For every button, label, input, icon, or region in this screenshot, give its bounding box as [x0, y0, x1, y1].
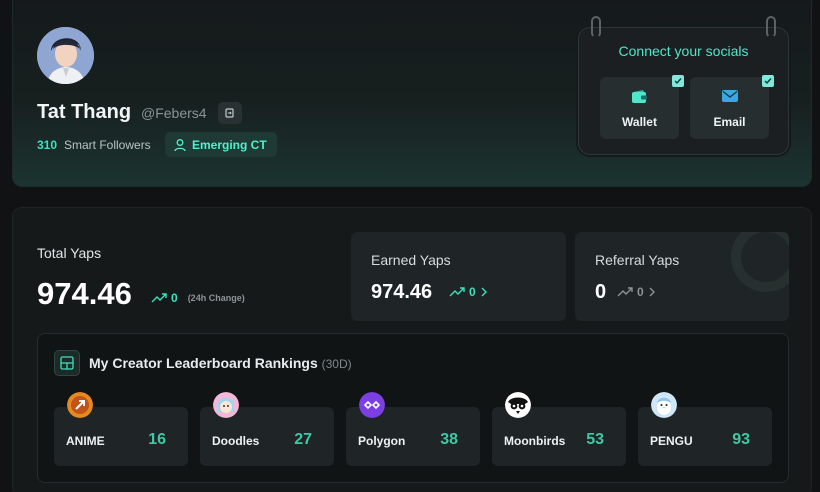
- email-icon: [721, 90, 738, 102]
- leaderboard-item-rank: 93: [732, 431, 750, 448]
- leaderboard-title-text: My Creator Leaderboard Rankings: [89, 355, 318, 371]
- leaderboard-item-name: ANIME: [66, 434, 105, 448]
- chevron-right-icon: [481, 287, 487, 297]
- yaps-stats-card: Total Yaps 974.46 0 (24h Change) Earned …: [12, 207, 812, 492]
- decorative-ring-icon: [731, 232, 789, 292]
- avatar[interactable]: [37, 27, 94, 84]
- user-handle: @Febers4: [141, 105, 207, 121]
- connect-socials-title: Connect your socials: [618, 43, 749, 59]
- trend-up-icon: [617, 287, 633, 297]
- leaderboard-item-pengu[interactable]: PENGU 93: [638, 392, 772, 466]
- wallet-icon: [631, 90, 647, 103]
- total-yaps-change: 0 (24h Change): [151, 291, 245, 305]
- polygon-logo-icon: [359, 392, 385, 418]
- leaderboard-item-name: Polygon: [358, 434, 406, 448]
- smart-followers-label: Smart Followers: [64, 138, 151, 152]
- leaderboard-title: My Creator Leaderboard Rankings (30D): [89, 355, 352, 371]
- leaderboard-item-anime[interactable]: ANIME 16: [54, 392, 188, 466]
- email-label: Email: [713, 115, 746, 129]
- leaderboard-item-name: PENGU: [650, 434, 693, 448]
- total-yaps-label: Total Yaps: [37, 245, 102, 261]
- pengu-logo-icon: [651, 392, 677, 418]
- leaderboard-item-rank: 38: [440, 431, 458, 448]
- leaderboard-icon: [54, 350, 80, 376]
- earned-change-value: 0: [469, 285, 476, 299]
- check-icon: [672, 75, 684, 87]
- leaderboard-item-doodles[interactable]: Doodles 27: [200, 392, 334, 466]
- status-badge-label: Emerging CT: [192, 137, 267, 152]
- email-button[interactable]: Email: [690, 75, 774, 139]
- wallet-button[interactable]: Wallet: [600, 75, 684, 139]
- total-change-value: 0: [171, 291, 178, 305]
- change-note: (24h Change): [187, 293, 245, 303]
- avatar-illustration: [37, 27, 94, 84]
- leaderboard-item-rank: 16: [148, 431, 166, 448]
- trend-up-icon: [449, 287, 465, 297]
- trend-up-icon: [151, 293, 167, 303]
- display-name: Tat Thang: [37, 101, 132, 123]
- leaderboard-item-name: Moonbirds: [504, 434, 566, 448]
- earned-yaps-label: Earned Yaps: [371, 252, 451, 268]
- leaderboard-item-polygon[interactable]: Polygon 38: [346, 392, 480, 466]
- binder-ring-icon: [766, 16, 776, 38]
- copy-icon: [225, 108, 234, 118]
- leaderboard-period: (30D): [321, 357, 352, 371]
- check-icon: [762, 75, 774, 87]
- wallet-label: Wallet: [622, 115, 657, 129]
- referral-yaps-value: 0: [595, 281, 607, 303]
- referral-change-value: 0: [637, 285, 644, 299]
- binder-ring-icon: [591, 16, 601, 38]
- profile-card: Tat Thang @Febers4 310 Smart Followers E…: [12, 0, 812, 187]
- earned-yaps-value: 974.46: [371, 281, 433, 303]
- connect-socials-panel: Connect your socials Wallet Email: [578, 16, 789, 155]
- earned-yaps-card[interactable]: Earned Yaps 974.46 0: [351, 232, 566, 321]
- leaderboard-item-name: Doodles: [212, 434, 260, 448]
- total-yaps-value: 974.46: [37, 276, 132, 311]
- smart-followers-count: 310: [37, 138, 58, 152]
- status-badge: Emerging CT: [165, 132, 277, 157]
- referral-yaps-card[interactable]: Referral Yaps 0 0: [575, 232, 789, 321]
- earned-yaps-change: 0: [449, 285, 488, 299]
- chevron-right-icon: [649, 287, 655, 297]
- leaderboard-item-rank: 27: [294, 431, 312, 448]
- referral-yaps-label: Referral Yaps: [595, 252, 680, 268]
- copy-handle-button[interactable]: [218, 102, 242, 124]
- moonbirds-logo-icon: [505, 392, 531, 418]
- creator-leaderboard-panel: My Creator Leaderboard Rankings (30D) AN…: [37, 333, 789, 483]
- referral-yaps-change: 0: [617, 285, 656, 299]
- leaderboard-item-rank: 53: [586, 431, 604, 448]
- anime-logo-icon: [67, 392, 93, 418]
- doodles-logo-icon: [213, 392, 239, 418]
- user-icon: [174, 138, 186, 151]
- leaderboard-item-moonbirds[interactable]: Moonbirds 53: [492, 392, 626, 466]
